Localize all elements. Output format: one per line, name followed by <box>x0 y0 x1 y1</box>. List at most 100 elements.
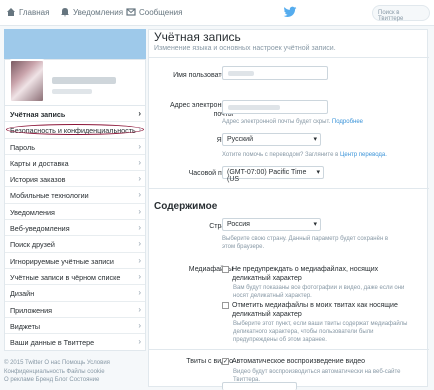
caret-down-icon: ▾ <box>316 169 320 176</box>
envelope-icon <box>126 8 136 16</box>
sidebar-item-label: Поиск друзей <box>10 240 55 250</box>
footer-line-2[interactable]: Конфиденциальность Файлы cookie <box>4 368 136 377</box>
twitter-bird-icon[interactable] <box>283 5 297 19</box>
sidebar-item-label: История заказов <box>10 175 66 185</box>
blurred-profile-handle <box>52 89 92 94</box>
media-hint-1: Вам будут показаны все фотографии и виде… <box>233 285 405 299</box>
chevron-right-icon: › <box>138 190 141 200</box>
email-label: Адрес электронной почты <box>169 102 233 118</box>
caret-down-icon: ▾ <box>313 221 317 228</box>
email-field[interactable] <box>222 100 328 114</box>
country-select-value: Россия <box>227 221 250 228</box>
language-hint: Хотите помочь с переводом? Загляните в Ц… <box>222 151 422 159</box>
email-hint-text: Адрес электронной почты будет скрыт. <box>222 119 331 125</box>
sidebar-item-label: Учётные записи в чёрном списке <box>10 272 121 282</box>
chevron-right-icon: › <box>138 320 141 330</box>
sidebar-item-cards-shipping[interactable]: Карты и доставка › <box>5 155 145 172</box>
sidebar-item-order-history[interactable]: История заказов › <box>5 171 145 188</box>
mark-media-sensitive-checkbox[interactable] <box>222 302 229 309</box>
sidebar-item-label: Мобильные технологии <box>10 191 89 201</box>
username-label: Имя пользователя <box>173 72 233 79</box>
home-icon <box>7 8 15 16</box>
sidebar-item-label: Приложения <box>10 305 53 315</box>
username-field[interactable] <box>222 66 328 80</box>
chevron-right-icon: › <box>138 206 141 216</box>
divider <box>149 349 429 350</box>
chevron-right-icon: › <box>138 271 141 281</box>
chevron-right-icon: › <box>138 337 141 347</box>
highlight-circle-annotation <box>6 124 144 135</box>
footer-line-1[interactable]: © 2015 Twitter О нас Помощь Условия <box>4 359 136 368</box>
translation-center-link[interactable]: Центр перевода. <box>340 152 387 158</box>
video-autoplay-label: Автоматическое воспроизведение видео <box>232 358 366 365</box>
profile-banner <box>4 29 146 59</box>
next-field-partial[interactable] <box>222 382 297 390</box>
page-subtitle: Изменение языка и основных настроек учёт… <box>154 45 336 52</box>
sidebar-item-password[interactable]: Пароль › <box>5 139 145 155</box>
blurred-email-value <box>228 105 280 110</box>
top-navigation-bar: Главная Уведомления Сообщения Поиск в Тв… <box>0 0 434 26</box>
email-hint: Адрес электронной почты будет скрыт. Под… <box>222 118 422 126</box>
nav-messages-label: Сообщения <box>139 7 183 17</box>
sidebar-item-label: Игнорируемые учётные записи <box>10 256 114 266</box>
country-select[interactable]: Россия ▾ <box>222 218 321 231</box>
video-autoplay-option[interactable]: ✓ Автоматическое воспроизведение видео <box>222 357 412 366</box>
chevron-right-icon: › <box>138 174 141 184</box>
sidebar-item-label: Учётная запись <box>10 110 66 119</box>
avatar[interactable] <box>9 59 45 103</box>
page-title: Учётная запись <box>154 30 241 44</box>
sidebar-item-account[interactable]: Учётная запись › <box>5 106 145 123</box>
nav-home-label: Главная <box>19 7 50 17</box>
sidebar-item-label: Веб-уведомления <box>10 224 70 234</box>
chevron-right-icon: › <box>138 141 141 151</box>
sidebar-item-blocked-accounts[interactable]: Учётные записи в чёрном списке › <box>5 269 145 286</box>
chevron-right-icon: › <box>138 304 141 314</box>
sidebar-item-label: Карты и доставка <box>10 158 69 168</box>
sidebar-item-web-notifications[interactable]: Веб-уведомления › <box>5 220 145 237</box>
sidebar-item-mobile[interactable]: Мобильные технологии › <box>5 187 145 204</box>
sidebar-item-your-data[interactable]: Ваши данные в Твиттере › <box>5 334 145 350</box>
timezone-select[interactable]: (GMT-07:00) Pacific Time (US ▾ <box>222 166 324 183</box>
sidebar-item-label: Уведомления <box>10 207 55 217</box>
language-select-value: Русский <box>227 136 253 143</box>
settings-menu: Учётная запись › Безопасность и конфиденц… <box>4 105 146 352</box>
mark-media-sensitive-option[interactable]: Отметить медиафайлы в моих твитах как но… <box>222 301 412 319</box>
left-column: Учётная запись › Безопасность и конфиденц… <box>4 29 146 387</box>
search-input[interactable]: Поиск в Твиттере <box>372 5 430 22</box>
blurred-username-value <box>228 71 254 76</box>
sidebar-item-apps[interactable]: Приложения › <box>5 302 145 318</box>
chevron-right-icon: › <box>138 157 141 167</box>
media-sensitive-warning-option[interactable]: Не предупреждать о медиафайлах, носящих … <box>222 265 412 283</box>
email-hint-link[interactable]: Подробнее <box>332 119 363 125</box>
nav-notifications[interactable]: Уведомления <box>60 7 123 17</box>
sidebar-item-muted-accounts[interactable]: Игнорируемые учётные записи › <box>5 253 145 269</box>
bell-icon <box>61 8 69 17</box>
sidebar-item-design[interactable]: Дизайн › <box>5 285 145 302</box>
media-sensitive-warning-checkbox[interactable] <box>222 266 229 273</box>
mark-media-sensitive-label: Отметить медиафайлы в моих твитах как но… <box>232 302 398 318</box>
country-label: Страна <box>149 222 233 231</box>
nav-messages[interactable]: Сообщения <box>126 7 182 17</box>
timezone-select-value: (GMT-07:00) Pacific Time (US <box>227 169 307 183</box>
sidebar-item-notifications[interactable]: Уведомления › <box>5 204 145 221</box>
media-hint-2: Выберите этот пункт, если ваши твиты сод… <box>233 321 408 343</box>
account-settings-panel: Учётная запись Изменение языка и основны… <box>148 29 429 390</box>
divider <box>149 188 429 189</box>
chevron-right-icon: › <box>138 223 141 233</box>
language-label: Язык <box>149 136 233 145</box>
video-autoplay-checkbox[interactable]: ✓ <box>222 358 229 365</box>
language-select[interactable]: Русский ▾ <box>222 133 321 146</box>
media-sensitive-warning-label: Не предупреждать о медиафайлах, носящих … <box>232 266 379 282</box>
sidebar-item-find-friends[interactable]: Поиск друзей › <box>5 236 145 253</box>
sidebar-item-label: Ваши данные в Твиттере <box>10 338 95 348</box>
sidebar-item-label: Пароль <box>10 142 35 152</box>
chevron-right-icon: › <box>138 255 141 265</box>
divider <box>149 57 429 58</box>
sidebar-item-widgets[interactable]: Виджеты › <box>5 318 145 335</box>
nav-home[interactable]: Главная <box>6 7 49 17</box>
media-label: Медиафайлы <box>188 266 233 273</box>
chevron-right-icon: › <box>138 239 141 249</box>
nav-notifications-label: Уведомления <box>73 7 124 17</box>
footer-line-3[interactable]: О рекламе Бренд Блог Состояние <box>4 376 136 385</box>
language-hint-text: Хотите помочь с переводом? Загляните в <box>222 152 339 158</box>
